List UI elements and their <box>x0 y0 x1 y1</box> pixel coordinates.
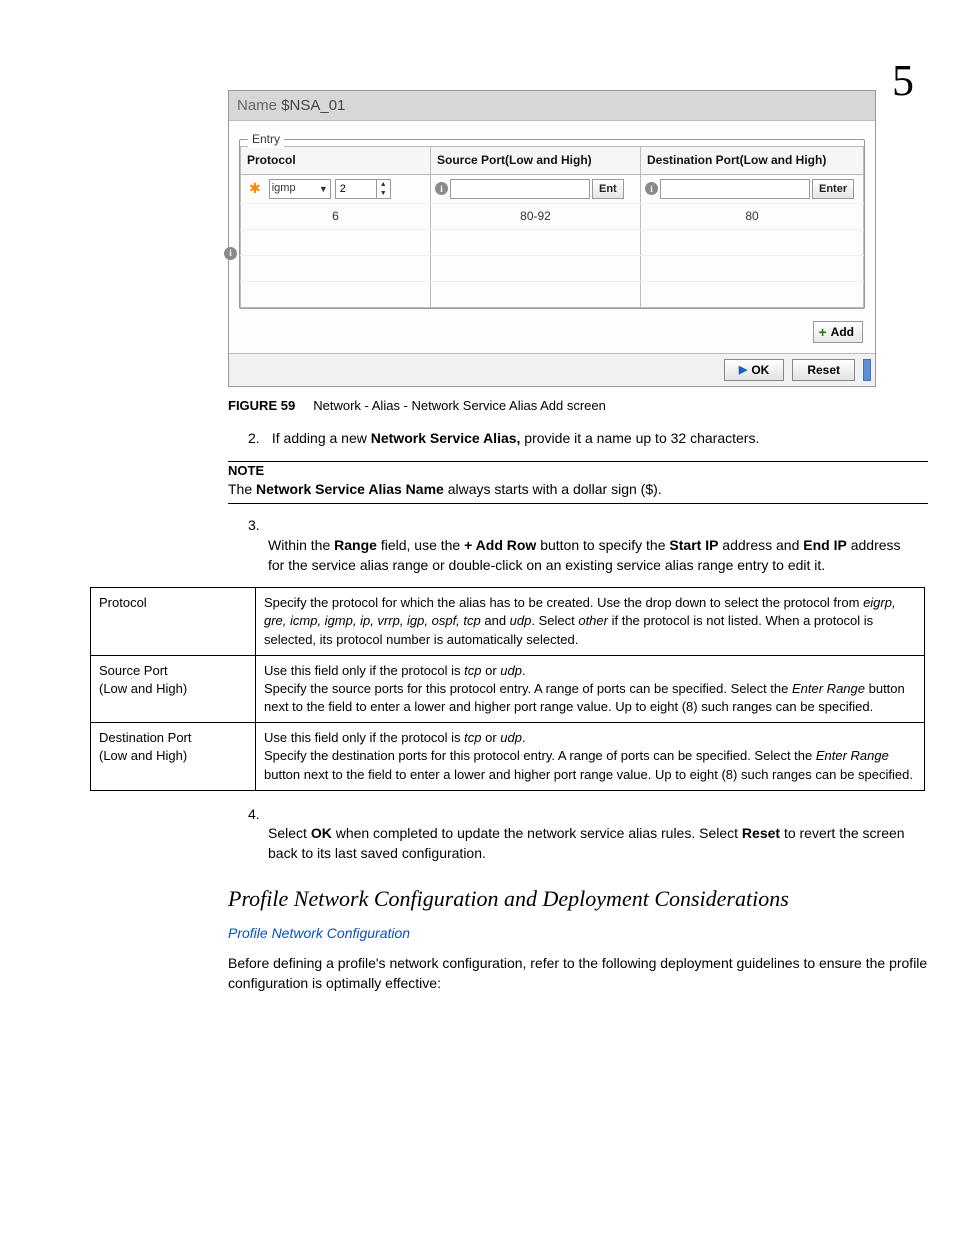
step-3: 3. Within the Range field, use the + Add… <box>248 516 914 575</box>
table-row <box>241 281 864 307</box>
enter-range-button[interactable]: Ent <box>592 179 624 199</box>
protocol-cell: 6 <box>241 203 431 229</box>
entry-table: Protocol Source Port(Low and High) Desti… <box>240 146 864 308</box>
figure-text: Network - Alias - Network Service Alias … <box>313 398 606 413</box>
step-4: 4. Select OK when completed to update th… <box>248 805 914 864</box>
step-text: If adding a new Network Service Alias, p… <box>272 430 759 446</box>
table-row: ✱ igmp ▼ ▲▼ <box>241 174 864 203</box>
add-row-button[interactable]: + Add <box>813 321 863 343</box>
protocol-number-stepper[interactable]: ▲▼ <box>335 179 391 199</box>
field-name-cell: Destination Port(Low and High) <box>91 723 256 791</box>
chapter-number: 5 <box>892 50 914 112</box>
reset-button[interactable]: Reset <box>792 359 855 381</box>
source-port-input[interactable] <box>450 179 590 199</box>
ok-button[interactable]: ▶ OK <box>724 359 784 381</box>
chevron-down-icon: ▼ <box>319 183 328 196</box>
section-heading: Profile Network Configuration and Deploy… <box>228 884 914 915</box>
field-desc-cell: Use this field only if the protocol is t… <box>256 723 925 791</box>
protocol-select-value: igmp <box>272 181 296 196</box>
step-number: 2. <box>248 429 268 449</box>
field-name-cell: Protocol <box>91 588 256 656</box>
name-label: Name <box>237 97 277 114</box>
info-icon: i <box>645 182 658 195</box>
field-name-cell: Source Port(Low and High) <box>91 655 256 723</box>
step-text: Select OK when completed to update the n… <box>268 824 908 863</box>
entry-fieldset: Entry Protocol Source Port(Low and High)… <box>239 139 865 309</box>
table-row <box>241 229 864 255</box>
info-icon: i <box>224 243 237 261</box>
figure-caption: FIGURE 59 Network - Alias - Network Serv… <box>228 397 914 415</box>
name-bar: Name $NSA_01 <box>229 91 875 121</box>
add-row-label: Add <box>831 325 854 339</box>
alias-add-screenshot: Name $NSA_01 i Entry Protocol Source Por… <box>228 90 876 387</box>
step-number: 4. <box>248 805 268 825</box>
step-2: 2. If adding a new Network Service Alias… <box>248 429 914 449</box>
note-label: NOTE <box>228 462 928 480</box>
name-value: $NSA_01 <box>281 97 345 114</box>
table-row: Protocol Specify the protocol for which … <box>91 588 925 656</box>
table-row: Source Port(Low and High) Use this field… <box>91 655 925 723</box>
stepper-arrows-icon[interactable]: ▲▼ <box>376 180 390 198</box>
step-number: 3. <box>248 516 268 536</box>
ok-label: OK <box>751 363 769 377</box>
table-row: Destination Port(Low and High) Use this … <box>91 723 925 791</box>
step-text: Within the Range field, use the + Add Ro… <box>268 536 908 575</box>
table-row: 6 80-92 80 <box>241 203 864 229</box>
required-star-icon: ✱ <box>249 179 261 199</box>
entry-legend: Entry <box>248 131 284 148</box>
breadcrumb-link[interactable]: Profile Network Configuration <box>228 924 914 944</box>
dest-port-cell: 80 <box>641 203 864 229</box>
table-row <box>241 255 864 281</box>
col-protocol: Protocol <box>241 147 431 175</box>
ok-icon: ▶ <box>739 363 747 376</box>
note-text: The Network Service Alias Name always st… <box>228 480 928 500</box>
dialog-footer: ▶ OK Reset <box>229 353 875 386</box>
field-desc-cell: Specify the protocol for which the alias… <box>256 588 925 656</box>
truncated-button <box>863 359 871 381</box>
dest-port-input[interactable] <box>660 179 810 199</box>
note-block: NOTE The Network Service Alias Name alwa… <box>228 461 928 505</box>
source-port-cell: 80-92 <box>431 203 641 229</box>
paragraph: Before defining a profile's network conf… <box>228 954 928 993</box>
info-icon: i <box>435 182 448 195</box>
protocol-number-input[interactable] <box>336 180 376 198</box>
figure-label: FIGURE 59 <box>228 398 295 413</box>
protocol-select[interactable]: igmp ▼ <box>269 179 331 199</box>
field-description-table: Protocol Specify the protocol for which … <box>90 587 925 791</box>
col-source: Source Port(Low and High) <box>431 147 641 175</box>
enter-range-button[interactable]: Enter <box>812 179 854 199</box>
plus-icon: + <box>818 324 826 340</box>
field-desc-cell: Use this field only if the protocol is t… <box>256 655 925 723</box>
col-dest: Destination Port(Low and High) <box>641 147 864 175</box>
